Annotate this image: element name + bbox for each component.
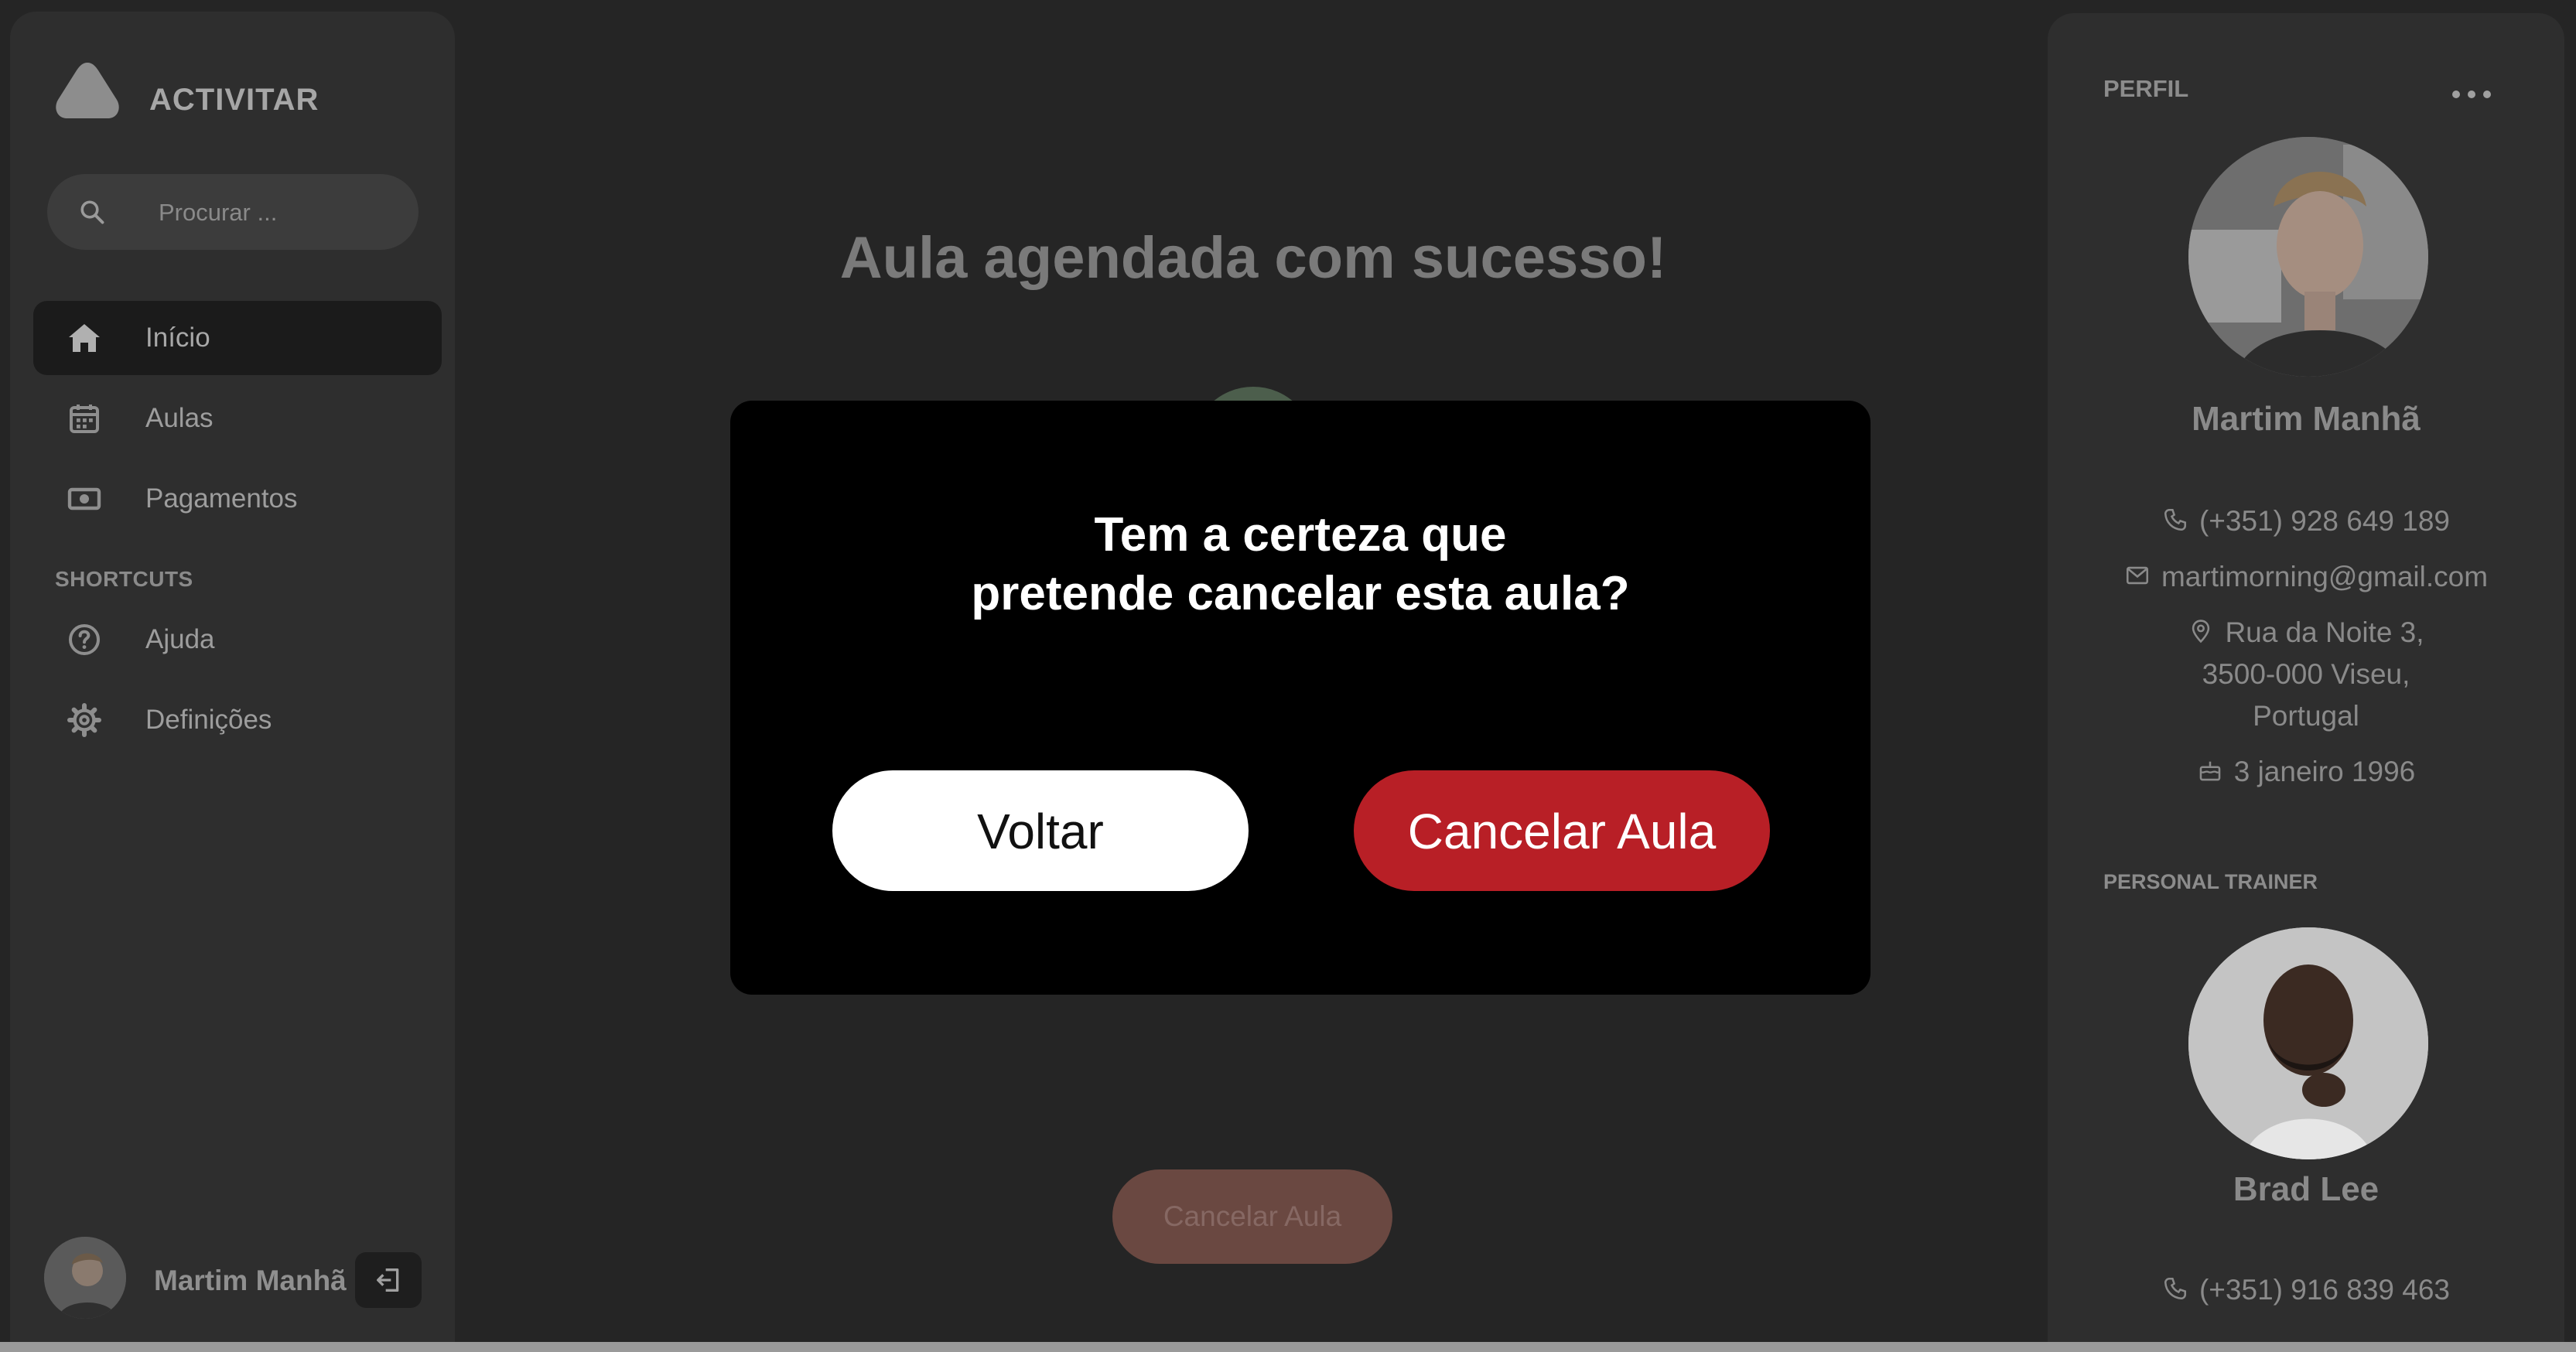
cake-icon bbox=[2199, 761, 2221, 781]
address-line1: Rua da Noite 3, bbox=[2225, 616, 2424, 648]
more-options-icon[interactable] bbox=[2450, 85, 2493, 104]
window-bottom-edge bbox=[0, 1342, 2576, 1352]
sidebar-user: Martim Manhã bbox=[44, 1234, 431, 1323]
trainer-heading: PERSONAL TRAINER bbox=[2103, 870, 2318, 893]
nav-label: Aulas bbox=[145, 403, 214, 433]
trainer-avatar bbox=[2188, 927, 2428, 1159]
mail-icon bbox=[2126, 567, 2148, 585]
nav-item-ajuda[interactable]: Ajuda bbox=[33, 603, 442, 677]
user-avatar-image bbox=[44, 1237, 126, 1319]
help-icon bbox=[69, 624, 100, 655]
home-icon bbox=[69, 324, 100, 352]
profile-avatar bbox=[2188, 137, 2428, 377]
profile-birthdate-text: 3 janeiro 1996 bbox=[2233, 756, 2416, 787]
logo-icon bbox=[56, 63, 119, 118]
back-button[interactable]: Voltar bbox=[832, 770, 1249, 891]
money-icon bbox=[67, 487, 101, 510]
profile-phone-text: (+351) 928 649 189 bbox=[2198, 505, 2451, 537]
nav-item-definicoes[interactable]: Definições bbox=[33, 683, 442, 757]
shortcuts-heading: SHORTCUTS bbox=[55, 567, 193, 591]
app-name: ACTIVITAR bbox=[149, 83, 319, 117]
confirm-cancel-button[interactable]: Cancelar Aula bbox=[1354, 770, 1770, 891]
profile-phone: (+351) 928 649 189 bbox=[2048, 500, 2564, 542]
phone-icon bbox=[2164, 509, 2187, 531]
gear-icon bbox=[67, 703, 101, 737]
trainer-phone: (+351) 916 839 463 bbox=[2048, 1269, 2564, 1311]
location-icon bbox=[2192, 620, 2210, 644]
search-placeholder: Procurar ... bbox=[159, 199, 278, 226]
trainer-name: Brad Lee bbox=[2233, 1170, 2380, 1208]
dialog-message-line1: Tem a certeza que bbox=[1094, 508, 1507, 562]
dialog-message-line2: pretende cancelar esta aula? bbox=[971, 567, 1630, 620]
app-root: ACTIVITAR Procurar ... Início Aulas Paga… bbox=[0, 0, 2576, 1352]
calendar-icon bbox=[70, 405, 99, 433]
profile-address: Rua da Noite 3, bbox=[2048, 612, 2564, 654]
nav-label: Ajuda bbox=[145, 624, 215, 654]
logout-button[interactable] bbox=[355, 1252, 422, 1308]
address-line3: Portugal bbox=[2253, 700, 2359, 732]
nav-label: Definições bbox=[145, 705, 272, 735]
profile-email: martimorning@gmail.com bbox=[2048, 556, 2564, 598]
confirm-cancel-dialog: Tem a certeza que pretende cancelar esta… bbox=[730, 401, 1871, 995]
search-icon bbox=[80, 200, 104, 224]
nav-label: Pagamentos bbox=[145, 483, 298, 514]
avatar[interactable] bbox=[44, 1237, 126, 1319]
nav-item-pagamentos[interactable]: Pagamentos bbox=[33, 462, 442, 536]
search-input[interactable]: Procurar ... bbox=[47, 174, 419, 250]
profile-name: Martim Manhã bbox=[2192, 400, 2421, 438]
cancel-class-button[interactable]: Cancelar Aula bbox=[1112, 1169, 1392, 1264]
trainer-photo bbox=[2188, 927, 2428, 1159]
profile-photo bbox=[2188, 137, 2428, 377]
phone-icon bbox=[2164, 1278, 2187, 1300]
profile-email-text: martimorning@gmail.com bbox=[2161, 561, 2489, 592]
sidebar-user-name: Martim Manhã bbox=[154, 1265, 347, 1296]
profile-panel: PERFIL Martim Manhã (+351) 928 649 189 m… bbox=[2048, 13, 2564, 1352]
sidebar: ACTIVITAR Procurar ... Início Aulas Paga… bbox=[10, 12, 455, 1352]
trainer-phone-text: (+351) 916 839 463 bbox=[2198, 1274, 2451, 1306]
logout-icon bbox=[377, 1268, 399, 1292]
address-line2: 3500-000 Viseu, bbox=[2202, 658, 2410, 690]
profile-heading: PERFIL bbox=[2103, 75, 2189, 102]
profile-birthdate: 3 janeiro 1996 bbox=[2048, 751, 2564, 793]
nav-label: Início bbox=[145, 323, 210, 353]
page-title: Aula agendada com sucesso! bbox=[839, 225, 1667, 291]
nav-item-aulas[interactable]: Aulas bbox=[33, 381, 442, 456]
nav-item-inicio[interactable]: Início bbox=[33, 301, 442, 375]
